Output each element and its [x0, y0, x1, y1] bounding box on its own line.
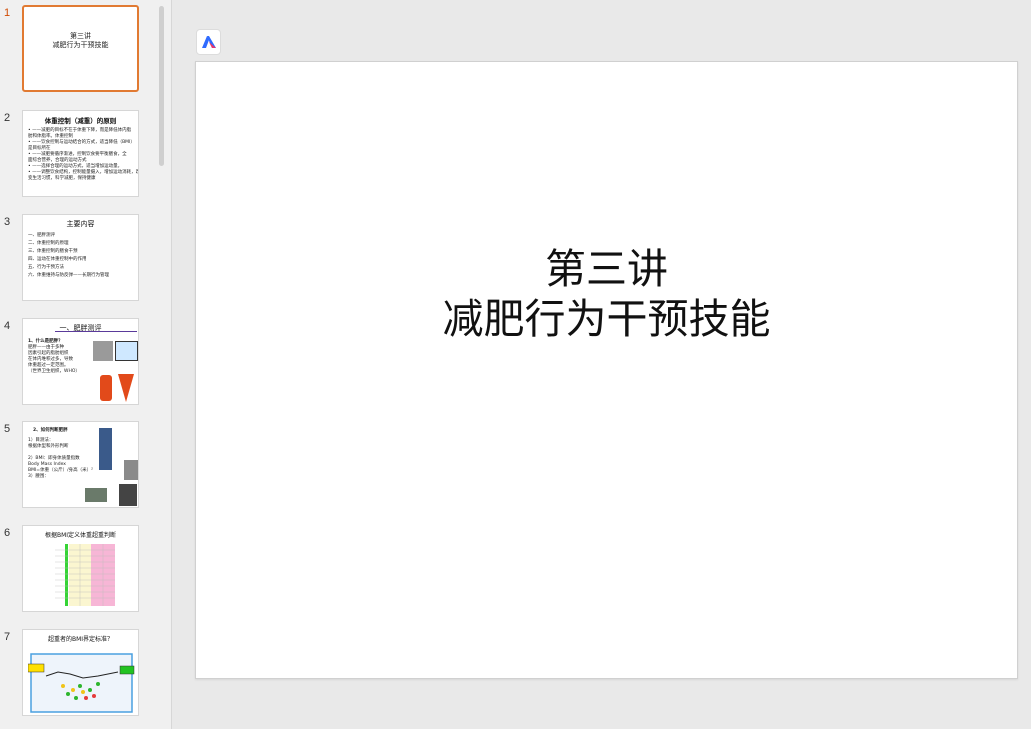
thumb-shape-triangle	[118, 374, 134, 402]
thumb-line: 3）腰围：	[28, 474, 49, 479]
thumb-line: 根据体型和外形判断	[28, 444, 69, 449]
thumb-line: 三、体重控制的膳食干预	[28, 249, 78, 254]
slide-thumbnail-7[interactable]: 超重者的BMI界定标准？	[22, 629, 139, 716]
slide-number: 1	[4, 7, 11, 19]
slide-number: 5	[4, 423, 11, 435]
thumb-line: （世界卫生组织，WHO）	[28, 369, 80, 374]
thumb-title: 2、如何判断肥胖	[33, 428, 68, 433]
thumbnail-row-3[interactable]: 3 主要内容 一、肥胖测评 二、体重控制的原理 三、体重控制的膳食干预 四、运动…	[0, 214, 160, 306]
slide-thumbnail-5[interactable]: 2、如何判断肥胖 1）目测法： 根据体型和外形判断 2）BMI：即身体质量指数 …	[22, 421, 139, 508]
slide-thumbnail-1[interactable]: 第三讲 减肥行为干预技能	[22, 5, 139, 92]
slide-thumbnail-3[interactable]: 主要内容 一、肥胖测评 二、体重控制的原理 三、体重控制的膳食干预 四、运动在体…	[22, 214, 139, 301]
thumbnail-row-2[interactable]: 2 体重控制（减重）的原则 • ——减肥的目标不在于体重下降，而是降低体内脂 肪…	[0, 110, 160, 202]
thumb-title: 超重者的BMI界定标准？	[47, 636, 114, 643]
slide-title-block[interactable]: 第三讲 减肥行为干预技能	[196, 244, 1017, 344]
thumb-photo	[124, 460, 138, 480]
slide-number: 6	[4, 527, 11, 539]
thumbnail-row-4[interactable]: 4 一、肥胖测评 1、什么是肥胖？ 肥胖——由于多种 因素引起的脂肪组织 在体内…	[0, 318, 160, 410]
thumb-shape-red	[100, 375, 112, 401]
thumb-line: 二、体重控制的原理	[28, 241, 69, 246]
thumbnail-row-7[interactable]: 7 超重者的BMI界定标准？	[0, 629, 160, 721]
thumb-chart-graphic	[28, 653, 135, 713]
slide-subtitle: 减肥行为干预技能	[442, 295, 771, 343]
thumb-line: 一、肥胖测评	[28, 233, 55, 238]
thumb-divider	[55, 331, 137, 332]
slide-thumbnail-pane[interactable]: 1 第三讲 减肥行为干预技能 2 体重控制（减重）的原则 • ——减肥的目标不在…	[0, 0, 172, 729]
thumb-line: 五、行为干预方法	[28, 265, 64, 270]
presentation-app-logo-icon	[201, 36, 216, 48]
slide-thumbnail-6[interactable]: 根据BMI定义体重超重判断	[22, 525, 139, 612]
slide-number: 4	[4, 320, 11, 332]
thumb-line: 变生活习惯，科学减肥，保持健康	[28, 176, 96, 181]
slide-number: 7	[4, 631, 11, 643]
thumb-photo	[93, 341, 113, 361]
app-logo-button[interactable]	[196, 29, 221, 55]
thumb-subtitle: 减肥行为干预技能	[52, 41, 109, 49]
thumb-line: 四、运动在体重控制中的作用	[28, 257, 87, 262]
thumb-title: 第三讲	[70, 32, 91, 40]
slide-thumbnail-4[interactable]: 一、肥胖测评 1、什么是肥胖？ 肥胖——由于多种 因素引起的脂肪组织 在体内堆积…	[22, 318, 139, 405]
thumb-callout	[115, 341, 138, 361]
slide-number: 2	[4, 112, 11, 124]
thumb-title: 主要内容	[66, 220, 95, 228]
thumb-table-graphic	[55, 540, 115, 608]
slide-number: 3	[4, 216, 11, 228]
thumb-title: 根据BMI定义体重超重判断	[44, 532, 117, 539]
thumbnail-row-6[interactable]: 6 根据BMI定义体重超重判断	[0, 525, 160, 617]
thumb-title: 体重控制（减重）的原则	[44, 117, 117, 125]
slide-canvas[interactable]: 第三讲 减肥行为干预技能	[195, 61, 1018, 679]
thumb-photo-figure	[99, 428, 112, 470]
thumb-line: 六、体重维持与防反弹——长期行为管理	[28, 273, 109, 278]
slide-title: 第三讲	[545, 245, 668, 293]
slide-thumbnail-2[interactable]: 体重控制（减重）的原则 • ——减肥的目标不在于体重下降，而是降低体内脂 肪和体…	[22, 110, 139, 197]
thumbnail-row-1[interactable]: 1 第三讲 减肥行为干预技能	[0, 5, 160, 97]
thumbnail-row-5[interactable]: 5 2、如何判断肥胖 1）目测法： 根据体型和外形判断 2）BMI：即身体质量指…	[0, 421, 160, 513]
thumb-photo	[119, 484, 137, 506]
thumb-photo	[85, 488, 107, 502]
